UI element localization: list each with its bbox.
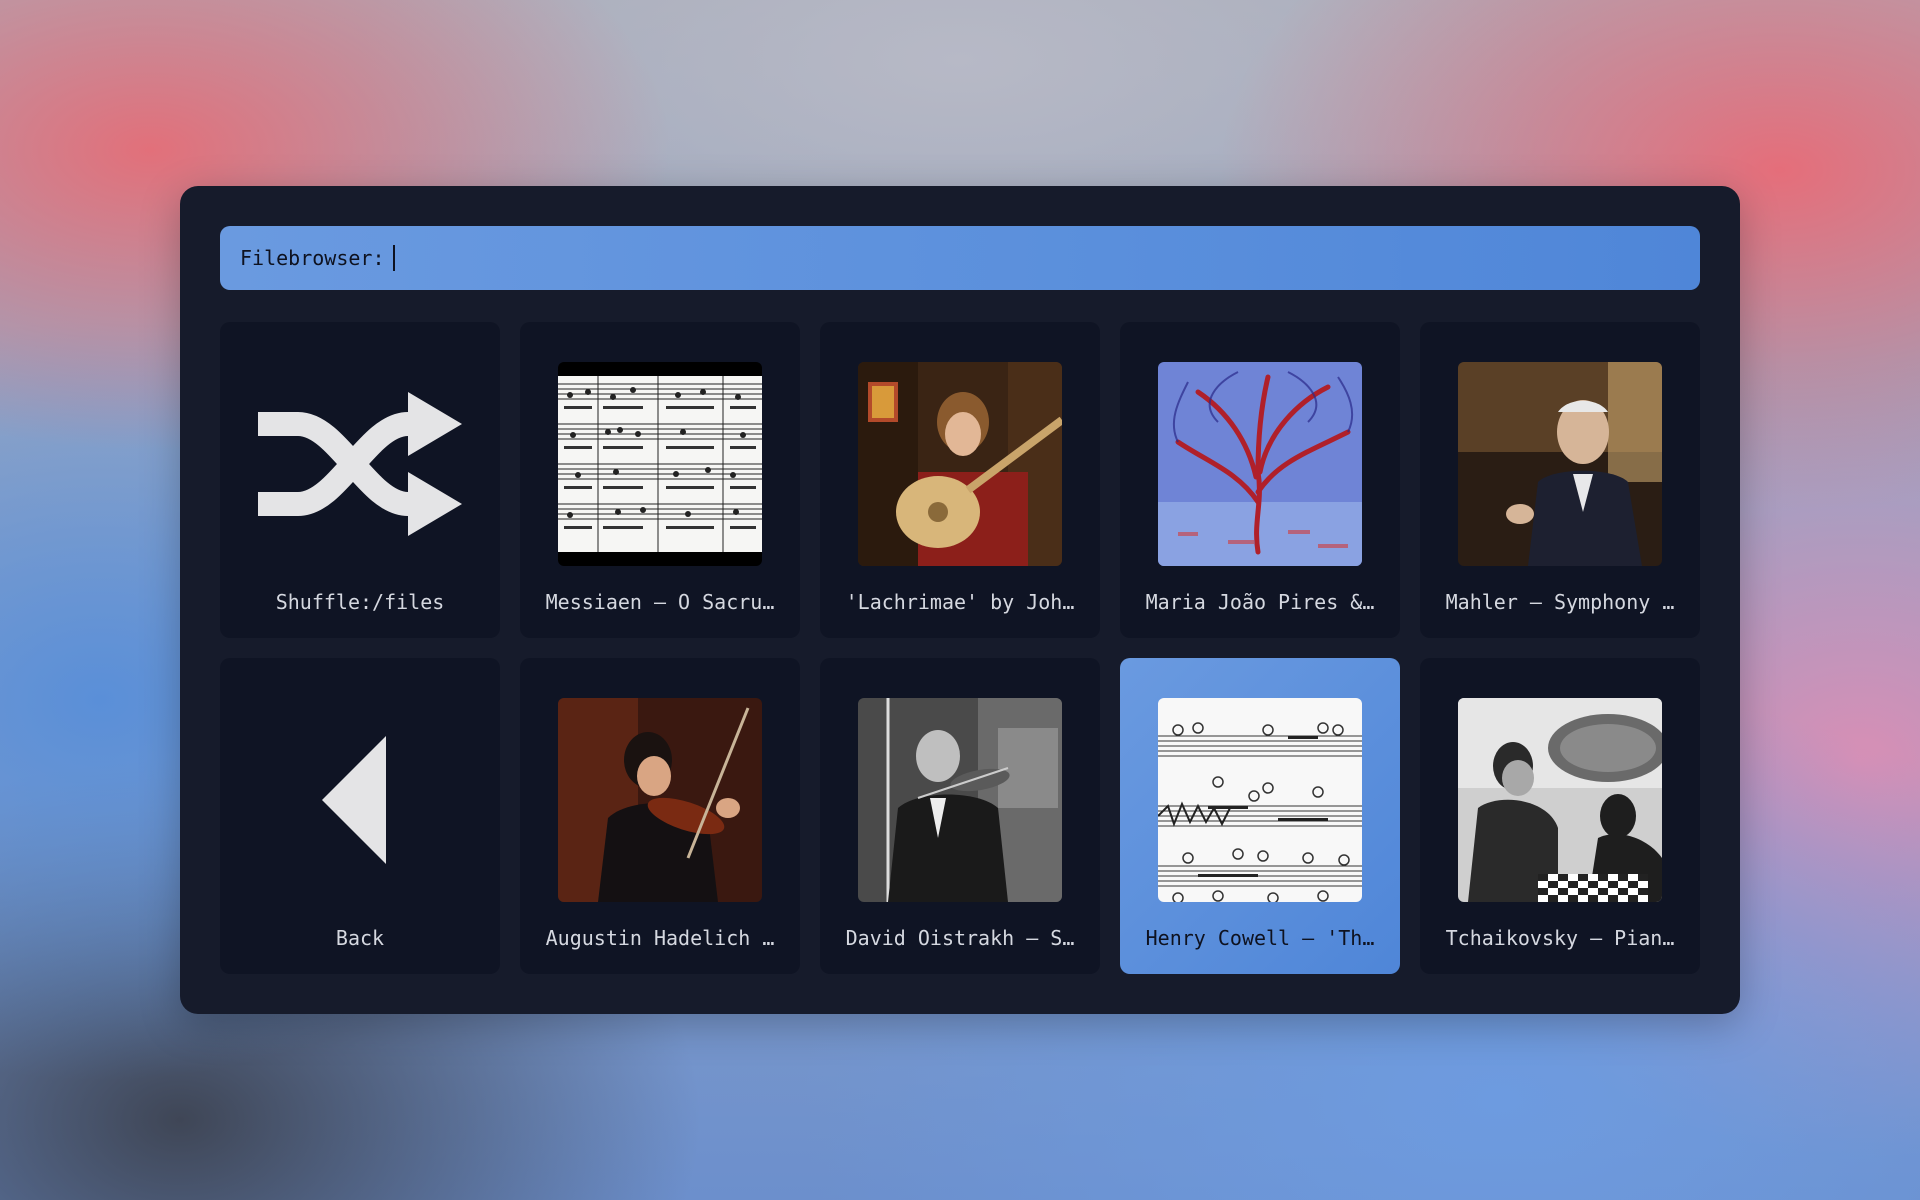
shuffle-icon xyxy=(258,362,462,566)
filebrowser-search-bar[interactable]: Filebrowser: xyxy=(220,226,1700,290)
tile-label: Henry Cowell – 'Th… xyxy=(1145,926,1375,950)
filebrowser-prompt-label: Filebrowser: xyxy=(240,246,385,270)
tile-file[interactable]: Messiaen – O Sacru… xyxy=(520,322,800,638)
tile-label: David Oistrakh – S… xyxy=(845,926,1075,950)
conductor-thumbnail xyxy=(1458,362,1662,566)
tile-file[interactable]: 'Lachrimae' by Joh… xyxy=(820,322,1100,638)
tile-file[interactable]: Maria João Pires &… xyxy=(1120,322,1400,638)
red-tree-painting-thumbnail xyxy=(1158,362,1362,566)
lute-player-thumbnail xyxy=(858,362,1062,566)
violinist-thumbnail xyxy=(558,698,762,902)
tile-label: Mahler – Symphony … xyxy=(1445,590,1675,614)
sheet-music-thumbnail xyxy=(558,362,762,566)
tile-shuffle[interactable]: Shuffle:/files xyxy=(220,322,500,638)
tile-file[interactable]: Augustin Hadelich … xyxy=(520,658,800,974)
tile-label: Augustin Hadelich … xyxy=(545,926,775,950)
filebrowser-window: Filebrowser: Shuffle:/files Messiaen – O… xyxy=(180,186,1740,1014)
back-arrow-icon xyxy=(258,698,462,902)
tile-label: Shuffle:/files xyxy=(275,590,445,614)
file-grid: Shuffle:/files Messiaen – O Sacru… 'Lach… xyxy=(220,322,1700,974)
chess-players-thumbnail xyxy=(1458,698,1662,902)
tile-label: Maria João Pires &… xyxy=(1145,590,1375,614)
tile-label: Tchaikovsky – Pian… xyxy=(1445,926,1675,950)
tile-file[interactable]: David Oistrakh – S… xyxy=(820,658,1100,974)
tile-label: 'Lachrimae' by Joh… xyxy=(845,590,1075,614)
bw-violinist-thumbnail xyxy=(858,698,1062,902)
tile-file-selected[interactable]: Henry Cowell – 'Th… xyxy=(1120,658,1400,974)
score-thumbnail xyxy=(1158,698,1362,902)
tile-file[interactable]: Mahler – Symphony … xyxy=(1420,322,1700,638)
tile-label: Back xyxy=(335,926,385,950)
text-caret xyxy=(392,245,395,271)
tile-file[interactable]: Tchaikovsky – Pian… xyxy=(1420,658,1700,974)
tile-back[interactable]: Back xyxy=(220,658,500,974)
tile-label: Messiaen – O Sacru… xyxy=(545,590,775,614)
